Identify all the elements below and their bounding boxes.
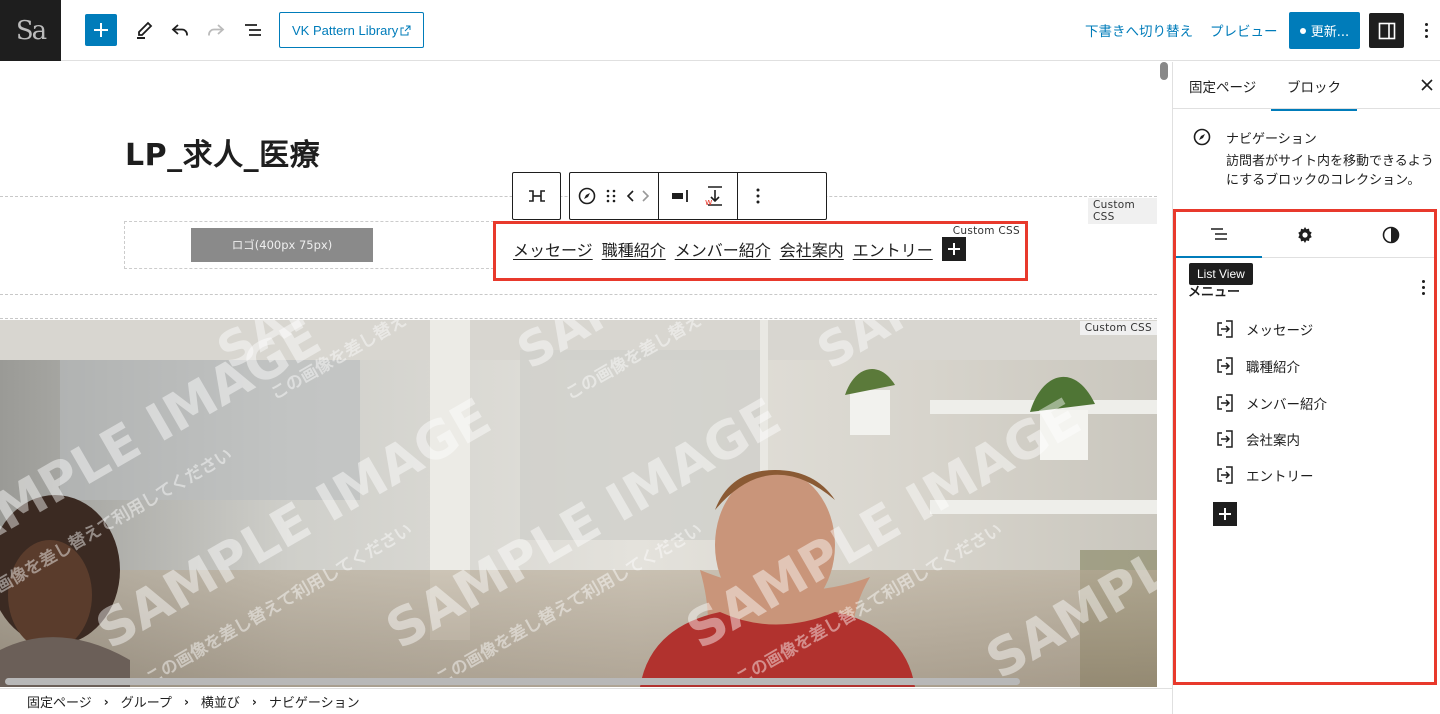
redo-button[interactable] [200, 14, 232, 46]
nav-add-link-button[interactable] [941, 237, 966, 261]
preview-button[interactable]: プレビュー [1210, 20, 1278, 40]
block-toolbar-group-mover [570, 173, 658, 219]
editor-canvas[interactable]: LP_求人_医療 Custom CSS ロゴ(400px 75px) w Cus… [0, 62, 1157, 687]
custom-css-badge: Custom CSS [1088, 198, 1157, 224]
list-view-icon [245, 24, 261, 36]
drag-handle-icon[interactable] [606, 188, 616, 204]
list-item[interactable]: エントリー [1215, 465, 1314, 485]
vertical-alignment-icon[interactable]: w [705, 185, 725, 207]
breadcrumb-item[interactable]: 横並び [201, 692, 240, 711]
list-view-tooltip: List View [1189, 263, 1253, 285]
canvas-horizontal-scrollbar[interactable] [5, 678, 1020, 685]
move-left-icon[interactable] [626, 189, 636, 203]
navigation-compass-icon [1193, 128, 1211, 146]
canvas-vertical-scrollbar[interactable] [1160, 62, 1168, 80]
block-card-title: ナビゲーション [1226, 132, 1317, 147]
block-toolbar-group-alignment: w [658, 173, 737, 219]
plus-icon [94, 23, 108, 37]
justify-right-icon[interactable] [671, 189, 689, 203]
external-link-icon [400, 25, 411, 35]
breadcrumb-item: ナビゲーション [268, 696, 360, 711]
logo-placeholder[interactable]: ロゴ(400px 75px) [191, 228, 373, 262]
nav-link-company[interactable]: 会社案内 [780, 237, 844, 261]
svg-text:w: w [705, 198, 712, 207]
unsaved-dot-icon [1299, 27, 1306, 34]
navigation-block[interactable]: Custom CSS メッセージ 職種紹介 メンバー紹介 会社案内 エントリー [493, 221, 1028, 281]
menu-options-button[interactable] [1422, 280, 1425, 295]
block-toolbar-group-options [737, 173, 778, 219]
chevron-right-icon: › [251, 694, 257, 709]
nav-link-members[interactable]: メンバー紹介 [675, 237, 771, 261]
cover-border-top [0, 318, 1157, 319]
update-button[interactable]: 更新... [1289, 12, 1360, 49]
breadcrumb-item[interactable]: 固定ページ [27, 692, 92, 711]
list-item[interactable]: 会社案内 [1215, 429, 1300, 449]
hero-custom-css-badge: Custom CSS [1079, 321, 1157, 335]
custom-link-icon [1217, 357, 1233, 375]
block-parent-selector[interactable] [512, 172, 561, 220]
sidebar-icon [1378, 22, 1395, 39]
navigation-compass-icon[interactable] [578, 187, 596, 205]
block-toolbar: w [569, 172, 827, 220]
nav-link-entry[interactable]: エントリー [853, 237, 933, 261]
hero-cover-image[interactable]: Custom CSS SAMPLE IMAGE SAMPLE IMAGE SAM… [0, 320, 1157, 687]
close-icon [1421, 79, 1433, 91]
list-item-label: メッセージ [1246, 323, 1314, 339]
vk-pattern-library-button[interactable]: VK Pattern Library [279, 12, 425, 48]
add-menu-item-button[interactable] [1213, 502, 1237, 526]
block-card-description: 訪問者がサイト内を移動できるようにするブロックのコレクション。 [1226, 154, 1434, 188]
block-inserter-button[interactable] [85, 14, 117, 46]
switch-to-draft-button[interactable]: 下書きへ切り替え [1085, 20, 1193, 40]
custom-link-icon [1217, 394, 1233, 412]
block-breadcrumb: 固定ページ › グループ › 横並び › ナビゲーション [0, 688, 1172, 714]
group-border-bottom [0, 294, 1157, 295]
navigation-links: メッセージ 職種紹介 メンバー紹介 会社案内 エントリー [513, 237, 966, 261]
move-right-icon[interactable] [640, 189, 650, 203]
page-title[interactable]: LP_求人_医療 [125, 130, 320, 174]
breadcrumb-item[interactable]: グループ [121, 692, 172, 711]
plus-icon [947, 243, 960, 255]
undo-icon [171, 24, 188, 36]
list-item-label: メンバー紹介 [1246, 397, 1327, 413]
site-logo[interactable]: Sa [0, 0, 61, 61]
custom-link-icon [1217, 430, 1233, 448]
chevron-right-icon: › [183, 694, 189, 709]
list-item[interactable]: メッセージ [1215, 319, 1313, 339]
tab-block[interactable]: ブロック [1271, 76, 1357, 111]
nav-link-message[interactable]: メッセージ [513, 237, 593, 261]
nav-link-jobs[interactable]: 職種紹介 [602, 237, 666, 261]
list-item-label: エントリー [1246, 469, 1314, 485]
settings-sidebar-toggle[interactable] [1369, 13, 1404, 48]
nav-custom-css-badge: Custom CSS [947, 224, 1025, 238]
close-sidebar-button[interactable] [1421, 76, 1433, 95]
list-item-label: 職種紹介 [1246, 360, 1300, 376]
sidebar-tabs: 固定ページ ブロック [1173, 62, 1440, 111]
list-item-label: 会社案内 [1246, 433, 1300, 449]
list-item[interactable]: 職種紹介 [1215, 356, 1300, 376]
redo-icon [208, 24, 225, 36]
row-icon [528, 190, 545, 202]
more-options-icon[interactable] [756, 188, 760, 204]
tools-button[interactable] [128, 14, 160, 46]
chevron-right-icon: › [103, 694, 109, 709]
undo-button[interactable] [164, 14, 196, 46]
pencil-icon [137, 21, 153, 39]
list-item[interactable]: メンバー紹介 [1215, 393, 1327, 413]
custom-link-icon [1217, 320, 1233, 338]
pattern-library-label: VK Pattern Library [292, 22, 399, 38]
plus-icon [1219, 508, 1231, 520]
update-label: 更新... [1310, 25, 1350, 40]
custom-link-icon [1217, 466, 1233, 484]
tab-page[interactable]: 固定ページ [1189, 76, 1256, 96]
editor-header: Sa VK Pattern Library 下書きへ切り替え プレビュー 更新.… [0, 0, 1440, 61]
sample-watermark: SAMPLE IMAGE SAMPLE IMAGE SAMPLE IMAGE S… [0, 320, 1157, 687]
document-overview-button[interactable] [237, 14, 269, 46]
options-menu-button[interactable] [1416, 18, 1436, 42]
